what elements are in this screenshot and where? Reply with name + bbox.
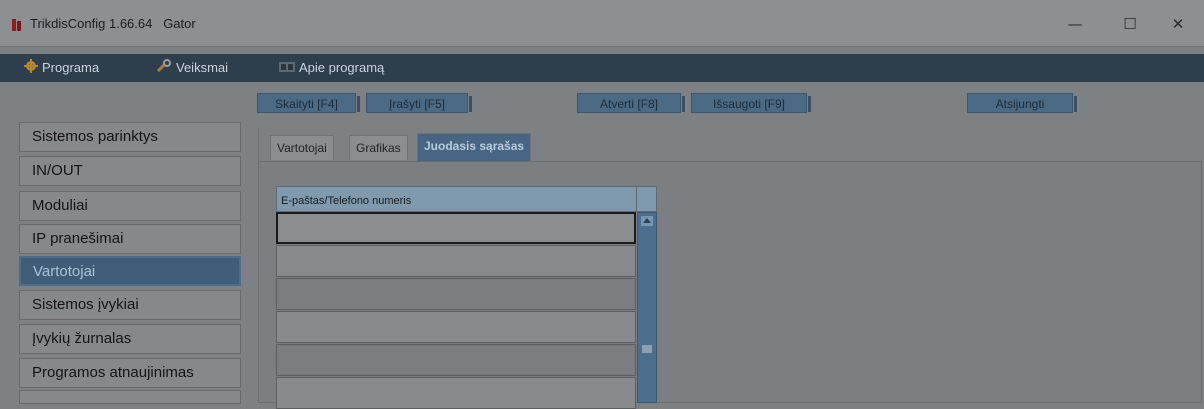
scroll-up-arrow-icon[interactable] bbox=[641, 216, 653, 226]
sidebar-item-partial bbox=[19, 390, 241, 404]
tab-grafikas[interactable]: Grafikas bbox=[349, 135, 408, 160]
tab-juodasis-sarasas[interactable]: Juodasis sąrašas bbox=[417, 133, 532, 161]
table-row[interactable] bbox=[276, 344, 636, 376]
menu-apie-programa-label: Apie programą bbox=[299, 60, 385, 75]
disconnect-button[interactable]: Atsijungti bbox=[967, 93, 1077, 113]
sidebar-item-moduliai[interactable]: Moduliai bbox=[19, 191, 241, 221]
column-header-email-phone: E-paštas/Telefono numeris bbox=[281, 195, 412, 207]
table-row[interactable] bbox=[276, 245, 636, 277]
gear-icon bbox=[24, 55, 38, 83]
open-button[interactable]: Atverti [F8] bbox=[577, 93, 685, 113]
wrench-icon bbox=[156, 55, 172, 83]
write-button[interactable]: Įrašyti [F5] bbox=[366, 93, 472, 113]
sidebar-item-in-out[interactable]: IN/OUT bbox=[19, 156, 241, 186]
read-button[interactable]: Skaityti [F4] bbox=[257, 93, 360, 113]
save-button[interactable]: Išsaugoti [F9] bbox=[691, 93, 811, 113]
book-icon bbox=[279, 55, 295, 83]
menu-bar: Programa Veiksmai Apie programą bbox=[0, 54, 1204, 82]
sidebar-item-ivykiu-zurnalas[interactable]: Įvykių žurnalas bbox=[19, 324, 241, 354]
maximize-button[interactable]: ☐ bbox=[1110, 10, 1150, 38]
table-scrollbar[interactable] bbox=[637, 212, 657, 403]
sidebar-item-ip-pranesimai[interactable]: IP pranešimai bbox=[19, 224, 241, 254]
scroll-thumb[interactable] bbox=[642, 345, 652, 353]
menu-veiksmai-label: Veiksmai bbox=[176, 60, 229, 75]
sidebar-item-sistemos-ivykiai[interactable]: Sistemos įvykiai bbox=[19, 290, 241, 320]
minimize-button[interactable]: — bbox=[1055, 10, 1095, 38]
sidebar-item-vartotojai[interactable]: Vartotojai bbox=[19, 256, 241, 286]
menu-programa-label: Programa bbox=[42, 60, 100, 75]
app-logo-icon bbox=[12, 19, 22, 31]
tab-vartotojai[interactable]: Vartotojai bbox=[270, 135, 334, 160]
sidebar-item-sistemos-parinktys[interactable]: Sistemos parinktys bbox=[19, 122, 241, 152]
table-row[interactable] bbox=[276, 377, 636, 409]
menu-apie-programa[interactable]: Apie programą bbox=[279, 54, 384, 82]
close-button[interactable]: ✕ bbox=[1158, 10, 1198, 38]
menu-programa[interactable]: Programa bbox=[24, 54, 99, 82]
window-title: TrikdisConfig 1.66.64 Gator bbox=[30, 16, 196, 31]
table-row[interactable] bbox=[276, 212, 636, 244]
menu-veiksmai[interactable]: Veiksmai bbox=[156, 54, 228, 82]
table-row[interactable] bbox=[276, 278, 636, 310]
table-header: E-paštas/Telefono numeris bbox=[276, 186, 657, 212]
title-bar: TrikdisConfig 1.66.64 Gator — ☐ ✕ bbox=[0, 0, 1204, 47]
sidebar-item-programos-atnaujinimas[interactable]: Programos atnaujinimas bbox=[19, 358, 241, 388]
table-row[interactable] bbox=[276, 311, 636, 343]
